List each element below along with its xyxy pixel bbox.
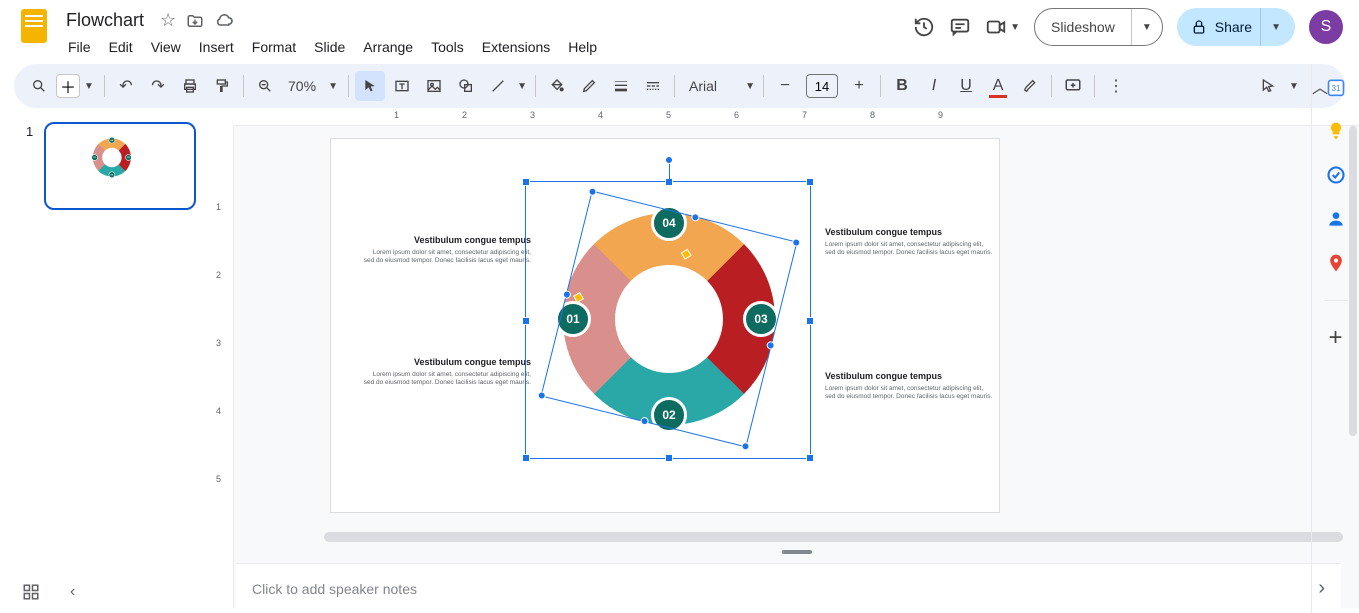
menu-bar: File Edit View Insert Format Slide Arran…	[60, 35, 913, 59]
menu-format[interactable]: Format	[244, 35, 304, 59]
border-dash-button[interactable]	[638, 71, 668, 101]
header-right: ▼ Slideshow ▼ Share ▼ S	[913, 8, 1343, 46]
menu-arrange[interactable]: Arrange	[355, 35, 421, 59]
comments-icon[interactable]	[949, 16, 971, 38]
title-area: Flowchart ☆ File Edit View Insert Format…	[60, 8, 913, 59]
share-label: Share	[1215, 19, 1252, 35]
adjust-handle[interactable]	[681, 249, 692, 260]
keep-icon[interactable]	[1325, 120, 1347, 142]
lock-icon	[1191, 19, 1207, 35]
line-button[interactable]	[483, 71, 513, 101]
text-block-bottom-left[interactable]: Vestibulum congue tempus Lorem ipsum dol…	[361, 357, 531, 388]
slide-viewport[interactable]: Vestibulum congue tempus Lorem ipsum dol…	[234, 126, 1359, 608]
slideshow-dropdown[interactable]: ▼	[1131, 9, 1162, 45]
highlight-color-button[interactable]	[1015, 71, 1045, 101]
add-on-icon[interactable]: +	[1325, 327, 1347, 349]
menu-tools[interactable]: Tools	[423, 35, 472, 59]
calendar-icon[interactable]: 31	[1325, 76, 1347, 98]
filmstrip-panel: 1 04 03 02 01	[0, 108, 210, 608]
select-tool[interactable]	[355, 71, 385, 101]
print-button[interactable]	[175, 71, 205, 101]
insert-comment-button[interactable]	[1058, 71, 1088, 101]
grid-view-icon[interactable]	[22, 583, 40, 601]
border-weight-button[interactable]	[606, 71, 636, 101]
line-dropdown[interactable]: ▼	[515, 71, 529, 101]
main-area: 1 04 03 02 01 1 2 3 4 5 6 7 8 9	[0, 108, 1359, 608]
image-button[interactable]	[419, 71, 449, 101]
fill-color-button[interactable]	[542, 71, 572, 101]
speaker-notes[interactable]: Click to add speaker notes ›	[236, 563, 1341, 613]
textbox-button[interactable]	[387, 71, 417, 101]
meet-button[interactable]: ▼	[985, 16, 1020, 38]
italic-button[interactable]: I	[919, 71, 949, 101]
text-block-top-right[interactable]: Vestibulum congue tempus Lorem ipsum dol…	[825, 227, 995, 258]
share-button[interactable]: Share ▼	[1177, 8, 1295, 46]
adjust-handle[interactable]	[573, 292, 584, 303]
menu-help[interactable]: Help	[560, 35, 605, 59]
shape-button[interactable]	[451, 71, 481, 101]
zoom-out-icon[interactable]	[250, 71, 280, 101]
menu-view[interactable]: View	[143, 35, 189, 59]
new-slide-dropdown[interactable]: ▼	[80, 71, 98, 101]
cloud-icon[interactable]	[214, 13, 234, 29]
toolbar: ＋ ▼ ↶ ↷ 70% ▼ ▼ Arial ▼ − 14 + B I U A ⋮…	[14, 64, 1345, 108]
header: Flowchart ☆ File Edit View Insert Format…	[0, 0, 1359, 60]
menu-extensions[interactable]: Extensions	[474, 35, 558, 59]
cursor-mode-icon[interactable]	[1253, 71, 1283, 101]
notes-placeholder: Click to add speaker notes	[252, 581, 417, 597]
undo-button[interactable]: ↶	[111, 71, 141, 101]
star-icon[interactable]: ☆	[160, 10, 176, 31]
menu-slide[interactable]: Slide	[306, 35, 353, 59]
plus-icon: ＋	[56, 74, 80, 98]
paint-format-button[interactable]	[207, 71, 237, 101]
move-icon[interactable]	[186, 12, 204, 30]
doc-title[interactable]: Flowchart	[60, 8, 150, 33]
chevron-down-icon: ▼	[1010, 22, 1020, 33]
horizontal-scrollbar[interactable]	[324, 532, 1343, 542]
canvas-area: 1 2 3 4 5 6 7 8 9 1 2 3 4 5 Vestibulum c…	[210, 108, 1359, 608]
border-color-button[interactable]	[574, 71, 604, 101]
camera-icon	[985, 16, 1007, 38]
menu-insert[interactable]: Insert	[191, 35, 242, 59]
history-icon[interactable]	[913, 16, 935, 38]
share-dropdown[interactable]: ▼	[1260, 8, 1291, 46]
zoom-value[interactable]: 70%	[282, 78, 322, 94]
menu-edit[interactable]: Edit	[101, 35, 141, 59]
new-slide-button[interactable]: ＋ ▼	[56, 71, 98, 101]
text-block-top-left[interactable]: Vestibulum congue tempus Lorem ipsum dol…	[361, 235, 531, 266]
svg-text:31: 31	[1331, 83, 1341, 93]
text-color-button[interactable]: A	[983, 71, 1013, 101]
horizontal-ruler[interactable]: 1 2 3 4 5 6 7 8 9	[234, 108, 1359, 126]
zoom-dropdown[interactable]: ▼	[324, 71, 342, 101]
slide-number: 1	[26, 124, 33, 139]
tasks-icon[interactable]	[1325, 164, 1347, 186]
underline-button[interactable]: U	[951, 71, 981, 101]
font-size-input[interactable]: 14	[806, 74, 838, 98]
avatar[interactable]: S	[1309, 10, 1343, 44]
splitter-handle[interactable]	[782, 550, 812, 554]
font-select[interactable]: Arial	[681, 78, 741, 94]
slide-stage[interactable]: Vestibulum congue tempus Lorem ipsum dol…	[330, 138, 1000, 513]
maps-icon[interactable]	[1325, 252, 1347, 274]
side-panel: 31 +	[1311, 64, 1359, 613]
text-block-bottom-right[interactable]: Vestibulum congue tempus Lorem ipsum dol…	[825, 371, 995, 402]
prev-slide-icon[interactable]: ‹	[70, 583, 75, 601]
rotate-handle[interactable]	[665, 156, 673, 164]
slideshow-button[interactable]: Slideshow ▼	[1034, 8, 1163, 46]
bold-button[interactable]: B	[887, 71, 917, 101]
increase-font-button[interactable]: +	[844, 71, 874, 101]
slideshow-label: Slideshow	[1035, 19, 1131, 35]
contacts-icon[interactable]	[1325, 208, 1347, 230]
cursor-mode-dropdown[interactable]: ▼	[1287, 71, 1301, 101]
bottom-left-group: ‹	[22, 583, 75, 601]
more-icon[interactable]: ⋮	[1101, 71, 1131, 101]
font-dropdown[interactable]: ▼	[743, 71, 757, 101]
slides-logo[interactable]	[16, 8, 52, 44]
menu-file[interactable]: File	[60, 35, 99, 59]
decrease-font-button[interactable]: −	[770, 71, 800, 101]
vertical-ruler[interactable]: 1 2 3 4 5	[210, 126, 234, 608]
search-menu-icon[interactable]	[24, 71, 54, 101]
redo-button[interactable]: ↷	[143, 71, 173, 101]
slide-thumbnail[interactable]: 04 03 02 01	[44, 122, 196, 210]
